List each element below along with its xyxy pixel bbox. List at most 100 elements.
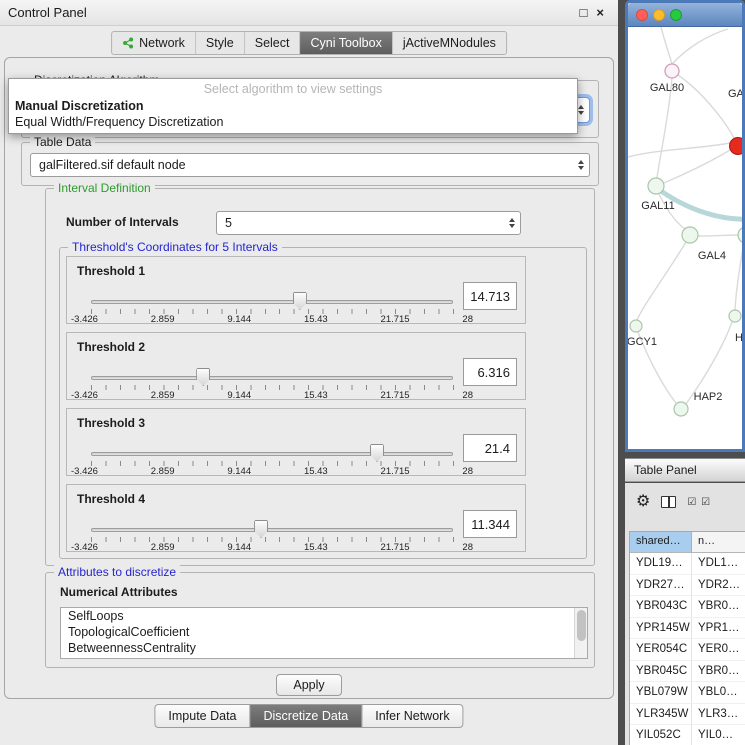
slider-track[interactable]: [91, 528, 453, 532]
cell[interactable]: YLR3…: [692, 704, 745, 725]
cell[interactable]: YER0…: [692, 639, 745, 660]
tab-network[interactable]: Network: [112, 32, 196, 54]
attributes-group: Attributes to discretize Numerical Attri…: [45, 572, 595, 668]
columns-icon[interactable]: [661, 496, 676, 508]
tab-infer-network[interactable]: Infer Network: [361, 704, 463, 728]
slider-thumb[interactable]: [196, 368, 210, 386]
group-title: Interval Definition: [54, 181, 155, 195]
column-header-name[interactable]: n…: [692, 532, 745, 552]
slider-track[interactable]: [91, 376, 453, 380]
cell[interactable]: YBR0…: [692, 596, 745, 617]
threshold-value-field[interactable]: 21.4: [463, 434, 517, 462]
cell[interactable]: YDR2…: [692, 575, 745, 596]
float-window-icon[interactable]: □: [580, 5, 588, 20]
control-panel-window: Control Panel □ × Network Style Select C…: [0, 0, 618, 745]
table-row[interactable]: YER054CYER0…: [630, 639, 745, 661]
table-panel-toolbar: ⚙ ☑ ☑: [636, 492, 711, 512]
cell[interactable]: YDR27…: [630, 575, 692, 596]
number-of-intervals-select[interactable]: 5: [216, 211, 521, 235]
tab-label: Select: [255, 36, 290, 50]
cell[interactable]: YLR345W: [630, 704, 692, 725]
cell[interactable]: YDL1…: [692, 553, 745, 574]
gear-icon[interactable]: ⚙: [636, 494, 650, 510]
threshold-value-field[interactable]: 14.713: [463, 282, 517, 310]
zoom-button[interactable]: [670, 9, 682, 21]
table-row[interactable]: YLR345WYLR3…: [630, 704, 745, 726]
table-row[interactable]: YDL19…YDL1…: [630, 553, 745, 575]
slider-track[interactable]: [91, 300, 453, 304]
table-panel-titlebar[interactable]: Table Panel: [625, 458, 745, 482]
table-row[interactable]: YBL079WYBL0…: [630, 682, 745, 704]
list-scrollbar[interactable]: [574, 608, 587, 658]
slider-thumb[interactable]: [254, 520, 268, 538]
list-item[interactable]: SelfLoops: [61, 608, 587, 624]
node-label: H: [735, 332, 742, 344]
apply-button[interactable]: Apply: [276, 674, 342, 696]
table-row[interactable]: YBR045CYBR0…: [630, 661, 745, 683]
table-data-select-value: galFiltered.sif default node: [39, 158, 574, 172]
threshold-value-field[interactable]: 11.344: [463, 510, 517, 538]
table-row[interactable]: YBR043CYBR0…: [630, 596, 745, 618]
column-header-shared-name[interactable]: shared…: [630, 532, 692, 552]
threshold-value-field[interactable]: 6.316: [463, 358, 517, 386]
cell[interactable]: YIL052C: [630, 725, 692, 745]
slider-thumb[interactable]: [293, 292, 307, 310]
selected-network-node[interactable]: [730, 138, 743, 155]
network-node[interactable]: [630, 320, 642, 332]
table-row[interactable]: YDR27…YDR2…: [630, 575, 745, 597]
network-node[interactable]: [665, 64, 679, 78]
cell[interactable]: YIL0…: [692, 725, 745, 745]
dropdown-option-manual-discretization[interactable]: Manual Discretization: [9, 98, 577, 114]
table-row[interactable]: YIL052CYIL0…: [630, 725, 745, 745]
network-node[interactable]: [682, 227, 698, 243]
scale-label: 21.715: [381, 542, 410, 553]
network-node[interactable]: [648, 178, 664, 194]
control-panel-tabs: Network Style Select Cyni Toolbox jActiv…: [111, 31, 507, 55]
scale-label: 28: [462, 466, 473, 477]
combo-arrows-icon: [578, 160, 584, 170]
cell[interactable]: YBR043C: [630, 596, 692, 617]
network-node[interactable]: [738, 227, 742, 243]
cell[interactable]: YDL19…: [630, 553, 692, 574]
network-icon: [122, 37, 134, 49]
tab-jactivemnodules[interactable]: jActiveMNodules: [393, 32, 506, 54]
cell[interactable]: YBL0…: [692, 682, 745, 703]
network-node[interactable]: [729, 310, 741, 322]
table-data-select[interactable]: galFiltered.sif default node: [30, 153, 590, 177]
slider-track[interactable]: [91, 452, 453, 456]
scale-label: 2.859: [151, 390, 175, 401]
minimize-button[interactable]: [653, 9, 665, 21]
cell[interactable]: YBR0…: [692, 661, 745, 682]
scale-label: 15.43: [304, 390, 328, 401]
cell[interactable]: YPR145W: [630, 618, 692, 639]
cell[interactable]: YPR1…: [692, 618, 745, 639]
scale-label: 15.43: [304, 314, 328, 325]
cell[interactable]: YER054C: [630, 639, 692, 660]
list-item[interactable]: BetweennessCentrality: [61, 640, 587, 656]
tab-select[interactable]: Select: [245, 32, 301, 54]
combo-arrows-icon: [509, 218, 515, 228]
close-button[interactable]: [636, 9, 648, 21]
scale-label: 15.43: [304, 466, 328, 477]
tab-style[interactable]: Style: [196, 32, 245, 54]
cell[interactable]: YBL079W: [630, 682, 692, 703]
tab-discretize-data[interactable]: Discretize Data: [250, 704, 363, 728]
table-panel-body: ⚙ ☑ ☑ shared… n… YDL19…YDL1… YDR27…YDR2……: [625, 483, 745, 745]
list-item[interactable]: TopologicalCoefficient: [61, 624, 587, 640]
combo-arrows-icon: [578, 105, 584, 115]
number-of-intervals-value: 5: [225, 216, 505, 230]
table-row[interactable]: YPR145WYPR1…: [630, 618, 745, 640]
scrollbar-thumb[interactable]: [577, 610, 586, 641]
tab-label: Cyni Toolbox: [310, 36, 381, 50]
threshold-label: Threshold 4: [77, 492, 145, 506]
network-node[interactable]: [674, 402, 688, 416]
cell[interactable]: YBR045C: [630, 661, 692, 682]
slider-thumb[interactable]: [370, 444, 384, 462]
tab-cyni-toolbox[interactable]: Cyni Toolbox: [300, 32, 392, 54]
dropdown-option-equal-width[interactable]: Equal Width/Frequency Discretization: [9, 114, 577, 130]
close-panel-icon[interactable]: ×: [596, 5, 604, 20]
network-canvas[interactable]: GAL80 GA GAL11 GAL4 GCY1 H HAP2: [628, 27, 742, 449]
algorithm-dropdown-popup: Select algorithm to view settings Manual…: [8, 78, 578, 134]
tab-impute-data[interactable]: Impute Data: [154, 704, 250, 728]
select-columns-icon[interactable]: ☑ ☑: [687, 497, 711, 508]
